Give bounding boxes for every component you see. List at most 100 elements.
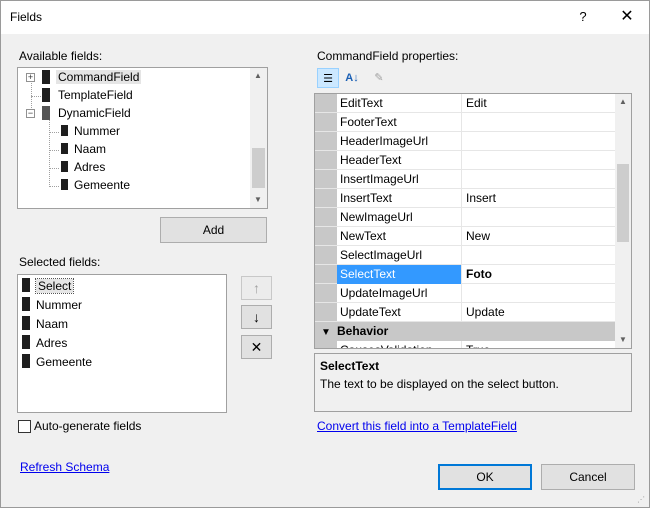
property-value[interactable] (463, 170, 615, 189)
list-item[interactable]: Gemeente (22, 353, 92, 372)
list-item[interactable]: Adres (22, 334, 67, 353)
property-row[interactable]: UpdateText Update (315, 303, 615, 322)
convert-to-templatefield-link[interactable]: Convert this field into a TemplateField (317, 419, 517, 433)
scroll-thumb[interactable] (617, 164, 629, 242)
property-value[interactable] (463, 132, 615, 151)
property-value[interactable]: True (463, 341, 615, 348)
available-fields-tree[interactable]: + CommandField TemplateField − DynamicFi… (17, 67, 268, 209)
property-row[interactable]: NewText New (315, 227, 615, 246)
list-item[interactable]: Naam (22, 315, 68, 334)
property-name: SelectImageUrl (337, 246, 462, 265)
property-value[interactable] (463, 208, 615, 227)
fields-dialog: Fields ? ✕ Available fields: + CommandFi… (0, 0, 650, 508)
property-row[interactable]: EditText Edit (315, 94, 615, 113)
property-row[interactable]: InsertText Insert (315, 189, 615, 208)
tree-item-label: DynamicField (58, 106, 131, 120)
property-row[interactable]: FooterText (315, 113, 615, 132)
collapse-dynamicfield-icon[interactable]: − (26, 109, 35, 118)
property-name: InsertImageUrl (337, 170, 462, 189)
resize-grip-icon[interactable]: ⋰ (637, 495, 647, 505)
scroll-up-icon[interactable]: ▲ (615, 94, 631, 110)
field-icon (61, 179, 68, 190)
add-button[interactable]: Add (160, 217, 267, 243)
property-row[interactable]: HeaderImageUrl (315, 132, 615, 151)
tree-item-label: TemplateField (58, 88, 133, 102)
tree-item-commandfield[interactable]: CommandField (56, 68, 142, 86)
available-scrollbar[interactable]: ▲ ▼ (250, 68, 267, 208)
tree-item-label: Nummer (74, 124, 121, 138)
description-text: The text to be displayed on the select b… (320, 377, 559, 391)
property-grid[interactable]: EditText Edit FooterText HeaderImageUrl … (314, 93, 632, 349)
cancel-button[interactable]: Cancel (541, 464, 635, 490)
move-down-button[interactable]: ↓ (241, 305, 272, 329)
property-value[interactable]: Edit (463, 94, 615, 113)
property-name: NewImageUrl (337, 208, 462, 227)
move-up-button[interactable]: ↑ (241, 276, 272, 300)
alphabetical-sort-icon[interactable]: A↓ (341, 68, 363, 88)
property-name: InsertText (337, 189, 462, 208)
delete-field-button[interactable]: ✕ (241, 335, 272, 359)
scroll-up-icon[interactable]: ▲ (250, 68, 266, 84)
selected-fields-label: Selected fields: (19, 255, 101, 269)
tree-item-templatefield[interactable]: TemplateField (58, 86, 133, 104)
property-value[interactable] (463, 113, 615, 132)
property-value[interactable]: Insert (463, 189, 615, 208)
expand-commandfield-icon[interactable]: + (26, 73, 35, 82)
list-item[interactable]: Select (22, 277, 75, 296)
categorized-view-icon[interactable]: ☰ (317, 68, 339, 88)
property-value[interactable] (463, 246, 615, 265)
property-value[interactable]: Foto (463, 265, 615, 284)
property-category-behavior[interactable]: ▼ Behavior (315, 322, 615, 341)
title-bar: Fields ? ✕ (1, 1, 649, 34)
property-value[interactable] (463, 284, 615, 303)
property-name: HeaderText (337, 151, 462, 170)
field-icon (22, 297, 30, 311)
description-title: SelectText (320, 359, 380, 373)
property-row[interactable]: UpdateImageUrl (315, 284, 615, 303)
scroll-down-icon[interactable]: ▼ (250, 192, 266, 208)
category-label: Behavior (337, 324, 389, 338)
property-row[interactable]: HeaderText (315, 151, 615, 170)
property-value[interactable] (463, 151, 615, 170)
tree-item-label: Adres (74, 160, 106, 174)
property-value[interactable]: New (463, 227, 615, 246)
auto-generate-checkbox[interactable] (18, 420, 31, 433)
ok-button[interactable]: OK (438, 464, 532, 490)
tree-item-naam[interactable]: Naam (74, 140, 106, 158)
property-row[interactable]: InsertImageUrl (315, 170, 615, 189)
tree-item-adres[interactable]: Adres (74, 158, 105, 176)
property-name: FooterText (337, 113, 462, 132)
scroll-down-icon[interactable]: ▼ (615, 332, 631, 348)
tree-item-label: CommandField (56, 70, 142, 84)
tree-item-dynamicfield[interactable]: DynamicField (58, 104, 131, 122)
scroll-thumb[interactable] (252, 148, 265, 188)
list-item[interactable]: Nummer (22, 296, 82, 315)
property-value[interactable]: Update (463, 303, 615, 322)
property-name: CausesValidation (337, 341, 462, 348)
property-name: SelectText (337, 265, 462, 284)
property-row[interactable]: SelectImageUrl (315, 246, 615, 265)
property-name: UpdateImageUrl (337, 284, 462, 303)
commandfield-icon (42, 70, 50, 84)
close-button[interactable]: ✕ (613, 5, 641, 29)
property-row-selected[interactable]: SelectText Foto (315, 265, 615, 284)
property-row[interactable]: CausesValidation True (315, 341, 615, 348)
selected-fields-list[interactable]: Select Nummer Naam Adres Gemeente (17, 274, 227, 413)
property-pages-icon[interactable]: ✎ (368, 68, 390, 88)
tree-item-gemeente[interactable]: Gemeente (74, 176, 130, 194)
refresh-schema-link[interactable]: Refresh Schema (20, 460, 109, 474)
property-name: UpdateText (337, 303, 462, 322)
property-name: EditText (337, 94, 462, 113)
tree-item-nummer[interactable]: Nummer (74, 122, 120, 140)
property-row[interactable]: NewImageUrl (315, 208, 615, 227)
property-description-panel: SelectText The text to be displayed on t… (314, 353, 632, 412)
collapse-category-icon[interactable]: ▼ (315, 323, 337, 342)
list-item-label: Nummer (36, 298, 83, 312)
field-icon (22, 354, 30, 368)
property-grid-scrollbar[interactable]: ▲ ▼ (615, 94, 631, 348)
list-item-label: Gemeente (36, 355, 93, 369)
auto-generate-label: Auto-generate fields (34, 419, 142, 433)
tree-item-label: Gemeente (74, 178, 131, 192)
available-fields-label: Available fields: (19, 49, 103, 63)
help-button[interactable]: ? (571, 5, 595, 29)
